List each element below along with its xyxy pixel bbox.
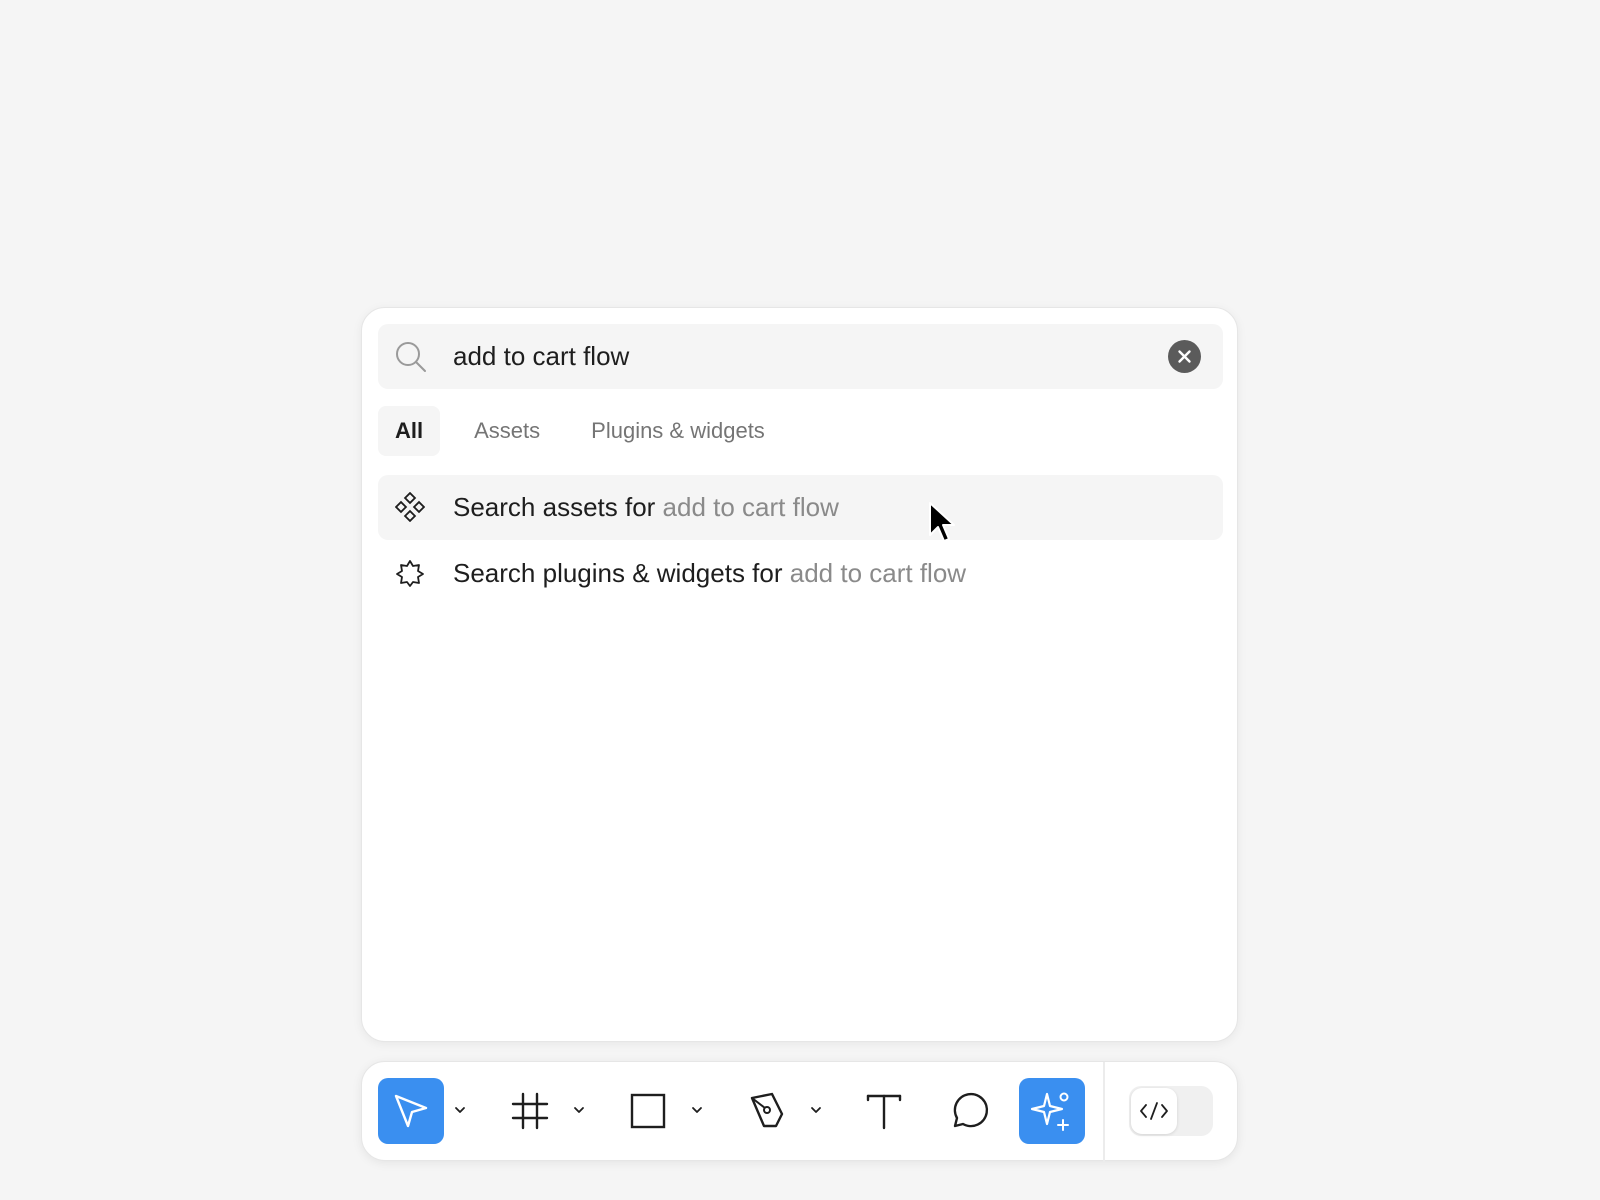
plugin-icon [395,558,425,588]
text-tool-button[interactable] [851,1078,917,1144]
dev-mode-toggle[interactable] [1129,1086,1213,1136]
sparkle-icon [1030,1092,1069,1131]
chevron-down-icon[interactable] [452,1102,468,1118]
toolbar-divider [1103,1062,1105,1162]
shape-tool-button[interactable] [615,1078,681,1144]
chevron-down-icon[interactable] [571,1102,587,1118]
text-icon [866,1094,902,1130]
search-icon [394,340,428,374]
result-prefix: Search plugins & widgets for [453,558,783,588]
comment-icon [953,1092,989,1128]
tab-plugins-widgets[interactable]: Plugins & widgets [574,406,782,456]
search-input[interactable]: add to cart flow [453,324,629,389]
result-term: add to cart flow [789,558,967,588]
clear-search-button[interactable] [1168,340,1201,373]
pointer-icon [394,1094,428,1128]
comment-tool-button[interactable] [935,1078,1001,1144]
filter-tabs: All Assets Plugins & widgets [378,406,799,456]
bottom-toolbar [361,1061,1238,1162]
toggle-knob [1131,1088,1177,1134]
result-search-plugins[interactable]: Search plugins & widgets for add to cart… [378,541,1223,606]
code-icon [1140,1102,1168,1120]
search-bar[interactable]: add to cart flow [378,324,1223,389]
actions-tool-button[interactable] [1019,1078,1085,1144]
mouse-cursor-icon [929,502,955,542]
frame-tool-button[interactable] [497,1078,563,1144]
search-panel: add to cart flow All Assets Plugins & wi… [361,307,1238,1042]
move-tool-button[interactable] [378,1078,444,1144]
chevron-down-icon[interactable] [689,1102,705,1118]
result-prefix: Search assets for [453,492,656,522]
close-icon [1178,350,1191,363]
rectangle-icon [630,1093,666,1129]
result-text: Search plugins & widgets for add to cart… [453,541,966,606]
result-text: Search assets for add to cart flow [453,475,839,540]
component-icon [394,491,426,523]
result-search-assets[interactable]: Search assets for add to cart flow [378,475,1223,540]
pen-tool-button[interactable] [734,1078,800,1144]
tab-assets[interactable]: Assets [457,406,557,456]
tab-all[interactable]: All [378,406,441,456]
chevron-down-icon[interactable] [808,1102,824,1118]
result-term: add to cart flow [662,492,839,522]
pen-icon [750,1092,784,1128]
frame-icon [511,1092,549,1130]
